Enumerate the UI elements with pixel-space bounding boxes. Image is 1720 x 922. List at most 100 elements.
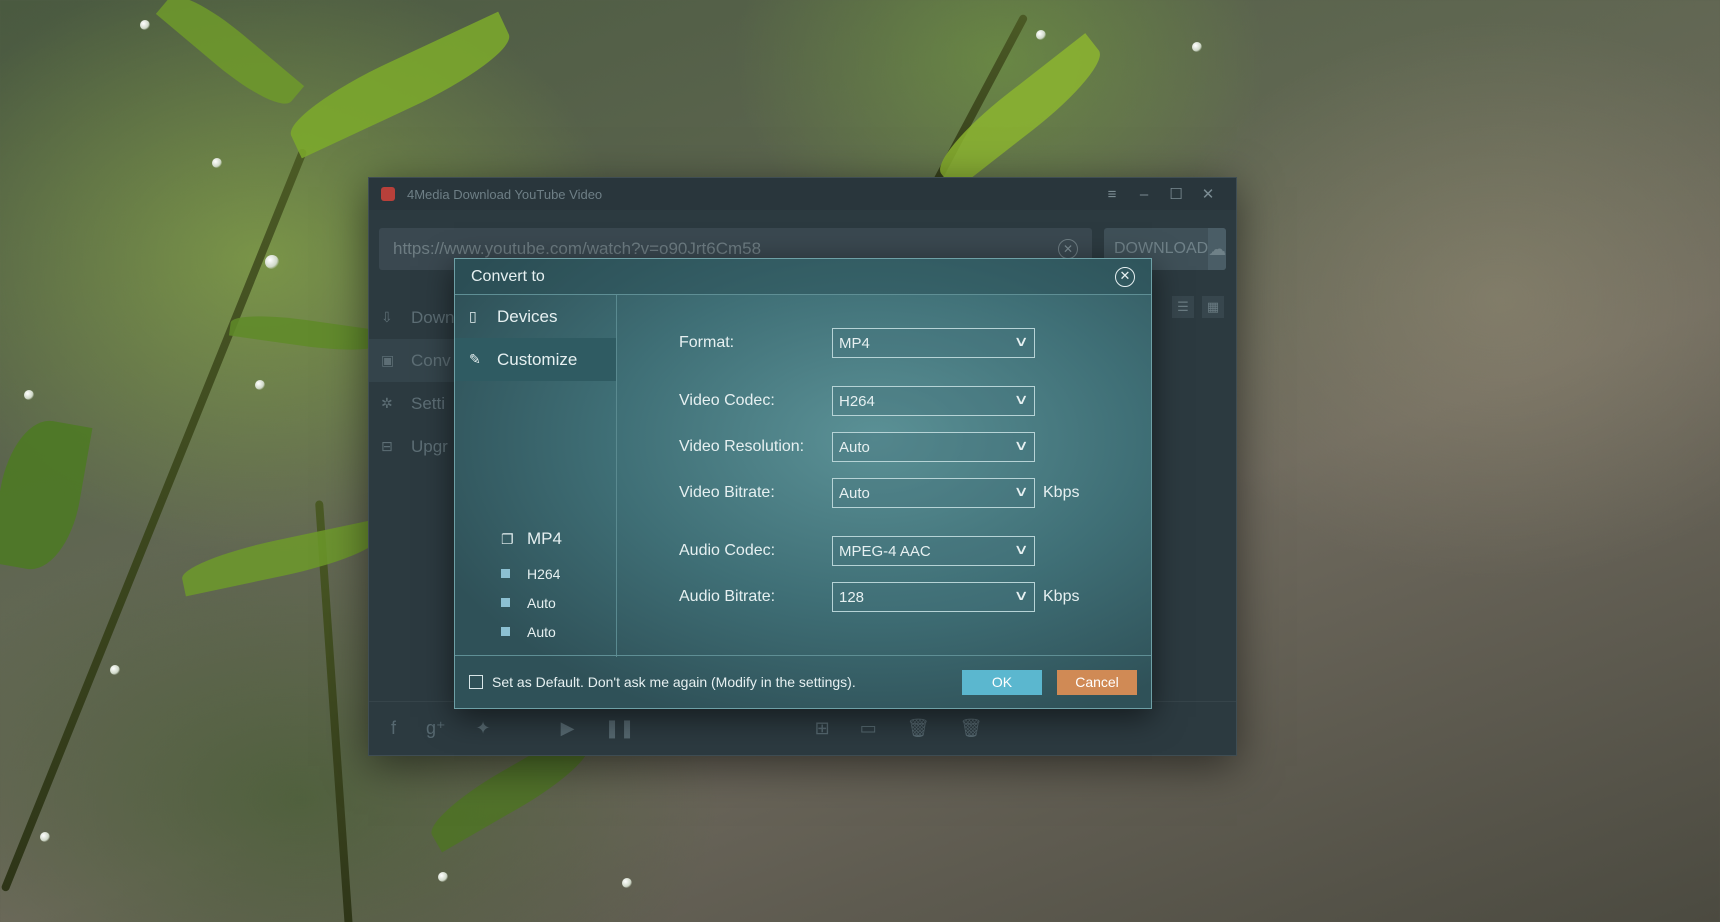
video-resolution-select[interactable]: Auto ∨ [832,432,1035,462]
format-row: Format: MP4 ∨ [679,328,1035,358]
maximize-icon[interactable]: ☐ [1160,185,1192,203]
minimize-icon[interactable]: – [1128,186,1160,203]
title-bar: 4Media Download YouTube Video ≡ – ☐ ✕ [369,178,1236,210]
audio-bitrate-select[interactable]: 128 ∨ [832,582,1035,612]
summary-title: ❐ MP4 [501,529,562,549]
dialog-footer: Set as Default. Don't ask me again (Modi… [455,655,1151,708]
chevron-down-icon: ∨ [1013,541,1029,557]
water-drop [24,390,34,400]
bottom-toolbar: f g⁺ ✦ ▶ ❚❚ ⊞ ▭ 🗑 🗑 [369,701,1236,755]
chevron-down-icon: ∨ [1013,437,1029,453]
category-devices[interactable]: ▯ Devices [455,295,616,338]
set-default-label[interactable]: Set as Default. Don't ask me again (Modi… [492,674,962,690]
category-label: Devices [497,306,558,326]
summary-item-text: H264 [527,565,561,582]
video-bitrate-value: Auto [839,484,870,502]
audio-bitrate-label: Audio Bitrate: [679,588,776,605]
water-drop [265,255,279,269]
video-resolution-value: Auto [839,438,870,456]
app-logo-icon [381,187,395,201]
list-view-icon[interactable]: ☰ [1172,296,1194,318]
video-codec-label: Video Codec: [679,392,775,409]
video-bitrate-label: Video Bitrate: [679,484,775,501]
set-default-checkbox[interactable] [469,675,483,689]
dialog-header: Convert to ✕ [455,259,1151,295]
video-resolution-label: Video Resolution: [679,438,805,455]
water-drop [212,158,222,168]
video-bitrate-row: Video Bitrate: Auto ∨ Kbps [679,478,1079,508]
sidebar-item-label: Conv [411,350,451,370]
google-plus-icon[interactable]: g⁺ [426,718,446,739]
water-drop [140,20,150,30]
profile-summary: ❐ MP4 H264 Auto Auto [501,529,562,646]
leaf [927,33,1113,191]
format-select[interactable]: MP4 ∨ [832,328,1035,358]
summary-item-text: Auto [527,594,556,611]
audio-codec-label: Audio Codec: [679,542,776,559]
summary-item: H264 [501,559,562,588]
bullet-icon [501,569,510,578]
leaf [155,0,305,117]
audio-codec-value: MPEG-4 AAC [839,542,931,560]
chevron-down-icon: ∨ [1013,391,1029,407]
download-cloud-icon[interactable]: ☁ [1208,228,1227,270]
convert-icon: ▣ [381,352,395,368]
devices-icon: ▯ [469,308,477,324]
app-title: 4Media Download YouTube Video [407,186,603,202]
dialog-close-icon[interactable]: ✕ [1115,266,1135,287]
water-drop [110,665,120,675]
summary-item: Auto [501,617,562,646]
audio-bitrate-value: 128 [839,588,865,606]
dialog-title: Convert to [471,267,545,285]
clear-url-icon[interactable]: ✕ [1058,239,1078,259]
leaf [280,11,520,159]
category-customize[interactable]: ✎ Customize [455,338,616,381]
url-value[interactable]: https://www.youtube.com/watch?v=o90Jrt6C… [393,239,1058,259]
facebook-icon[interactable]: f [391,718,396,739]
format-value: MP4 [839,334,870,352]
audio-codec-select[interactable]: MPEG-4 AAC ∨ [832,536,1035,566]
audio-codec-row: Audio Codec: MPEG-4 AAC ∨ [679,536,1035,566]
leaf [0,414,93,576]
format-label: Format: [679,334,735,351]
summary-item-text: Auto [527,623,556,640]
play-icon[interactable]: ▶ [561,718,575,739]
water-drop [255,380,265,390]
download-label: DOWNLOAD [1114,240,1209,257]
add-icon[interactable]: ⊞ [815,718,830,739]
category-panel: ▯ Devices ✎ Customize ❐ MP4 H264 Auto Au… [455,295,617,657]
sidebar-item-label: Setti [411,393,446,413]
settings-form: Format: MP4 ∨ Video Codec: H264 ∨ Video … [617,295,1151,657]
close-icon[interactable]: ✕ [1192,185,1224,203]
video-codec-select[interactable]: H264 ∨ [832,386,1035,416]
view-toggle: ☰ ▦ [1172,296,1224,318]
bullet-icon [501,598,510,607]
ok-button[interactable]: OK [962,669,1042,695]
customize-icon: ✎ [469,351,481,367]
video-codec-row: Video Codec: H264 ∨ [679,386,1035,416]
chevron-down-icon: ∨ [1013,587,1029,603]
chevron-down-icon: ∨ [1013,333,1029,349]
video-resolution-row: Video Resolution: Auto ∨ [679,432,1035,462]
summary-item: Auto [501,588,562,617]
folder-icon[interactable]: ▭ [860,718,877,739]
grid-view-icon[interactable]: ▦ [1202,296,1224,318]
cart-icon: ⊟ [381,438,393,454]
video-codec-value: H264 [839,392,875,410]
water-drop [622,878,632,888]
water-drop [40,832,50,842]
video-bitrate-unit: Kbps [1043,484,1080,501]
cancel-button[interactable]: Cancel [1057,669,1137,695]
clear-all-icon[interactable]: 🗑 [960,718,983,739]
twitter-icon[interactable]: ✦ [476,718,491,739]
convert-dialog: Convert to ✕ ▯ Devices ✎ Customize ❐ MP4… [454,258,1152,709]
delete-icon[interactable]: 🗑 [907,718,930,739]
summary-format: MP4 [527,529,562,548]
pause-icon[interactable]: ❚❚ [604,718,634,739]
video-bitrate-select[interactable]: Auto ∨ [832,478,1035,508]
leaf [178,519,382,597]
sidebar-item-label: Upgr [411,436,448,456]
bullet-icon [501,627,510,636]
menu-icon[interactable]: ≡ [1096,186,1128,203]
chevron-down-icon: ∨ [1013,483,1029,499]
